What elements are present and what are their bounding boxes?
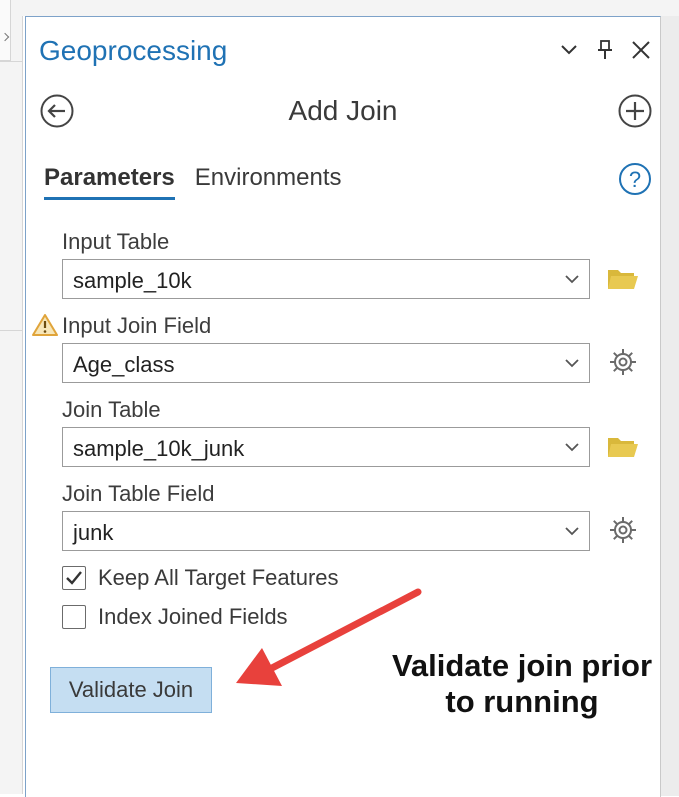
index-joined-fields-checkbox[interactable] [62,605,86,629]
annotation-text: Validate join prior to running [372,648,672,720]
gear-icon[interactable] [606,513,640,547]
tab-environments[interactable]: Environments [195,164,342,200]
input-table-value: sample_10k [73,268,192,293]
annotation-line-1: Validate join prior [391,648,653,683]
chevron-down-icon [565,443,579,452]
join-table-value: sample_10k_junk [73,436,245,461]
add-circle-icon[interactable] [618,94,652,128]
input-table-select[interactable]: sample_10k [62,259,590,299]
input-join-field-label: Input Join Field [62,313,212,338]
keep-all-target-features-label: Keep All Target Features [98,565,339,590]
tool-name: Add Join [288,95,398,126]
join-table-field-label: Join Table Field [62,481,215,506]
chevron-down-icon [565,275,579,284]
close-icon[interactable] [630,39,652,61]
pin-icon[interactable] [594,39,616,61]
annotation-line-2: to running [445,684,599,719]
pane-title: Geoprocessing [39,35,228,66]
join-table-select[interactable]: sample_10k_junk [62,427,590,467]
chevron-down-icon [565,359,579,368]
chevron-down-icon [565,527,579,536]
keep-all-target-features-checkbox[interactable] [62,566,86,590]
tab-parameters[interactable]: Parameters [44,164,175,200]
validate-join-button[interactable]: Validate Join [50,667,212,713]
join-table-field-select[interactable]: junk [62,511,590,551]
folder-icon[interactable] [606,429,640,463]
index-joined-fields-label: Index Joined Fields [98,604,288,629]
svg-text:?: ? [629,167,641,192]
index-joined-fields-option[interactable]: Index Joined Fields [62,604,288,630]
keep-all-target-features-option[interactable]: Keep All Target Features [62,565,339,591]
join-table-field-value: junk [73,520,114,545]
folder-icon[interactable] [606,261,640,295]
tab-bar: Parameters Environments [44,164,342,200]
warning-icon [32,313,58,337]
input-table-label: Input Table [62,229,170,254]
join-table-label: Join Table [62,397,161,422]
chevron-down-icon[interactable] [558,39,580,61]
pane-title-tools [558,39,652,61]
gear-icon[interactable] [606,345,640,379]
input-join-field-select[interactable]: Age_class [62,343,590,383]
left-panel-scroll-region [0,0,11,61]
input-join-field-value: Age_class [73,352,175,377]
top-strip [22,0,679,16]
left-panel-edge [0,0,23,794]
help-icon[interactable]: ? [618,162,652,196]
